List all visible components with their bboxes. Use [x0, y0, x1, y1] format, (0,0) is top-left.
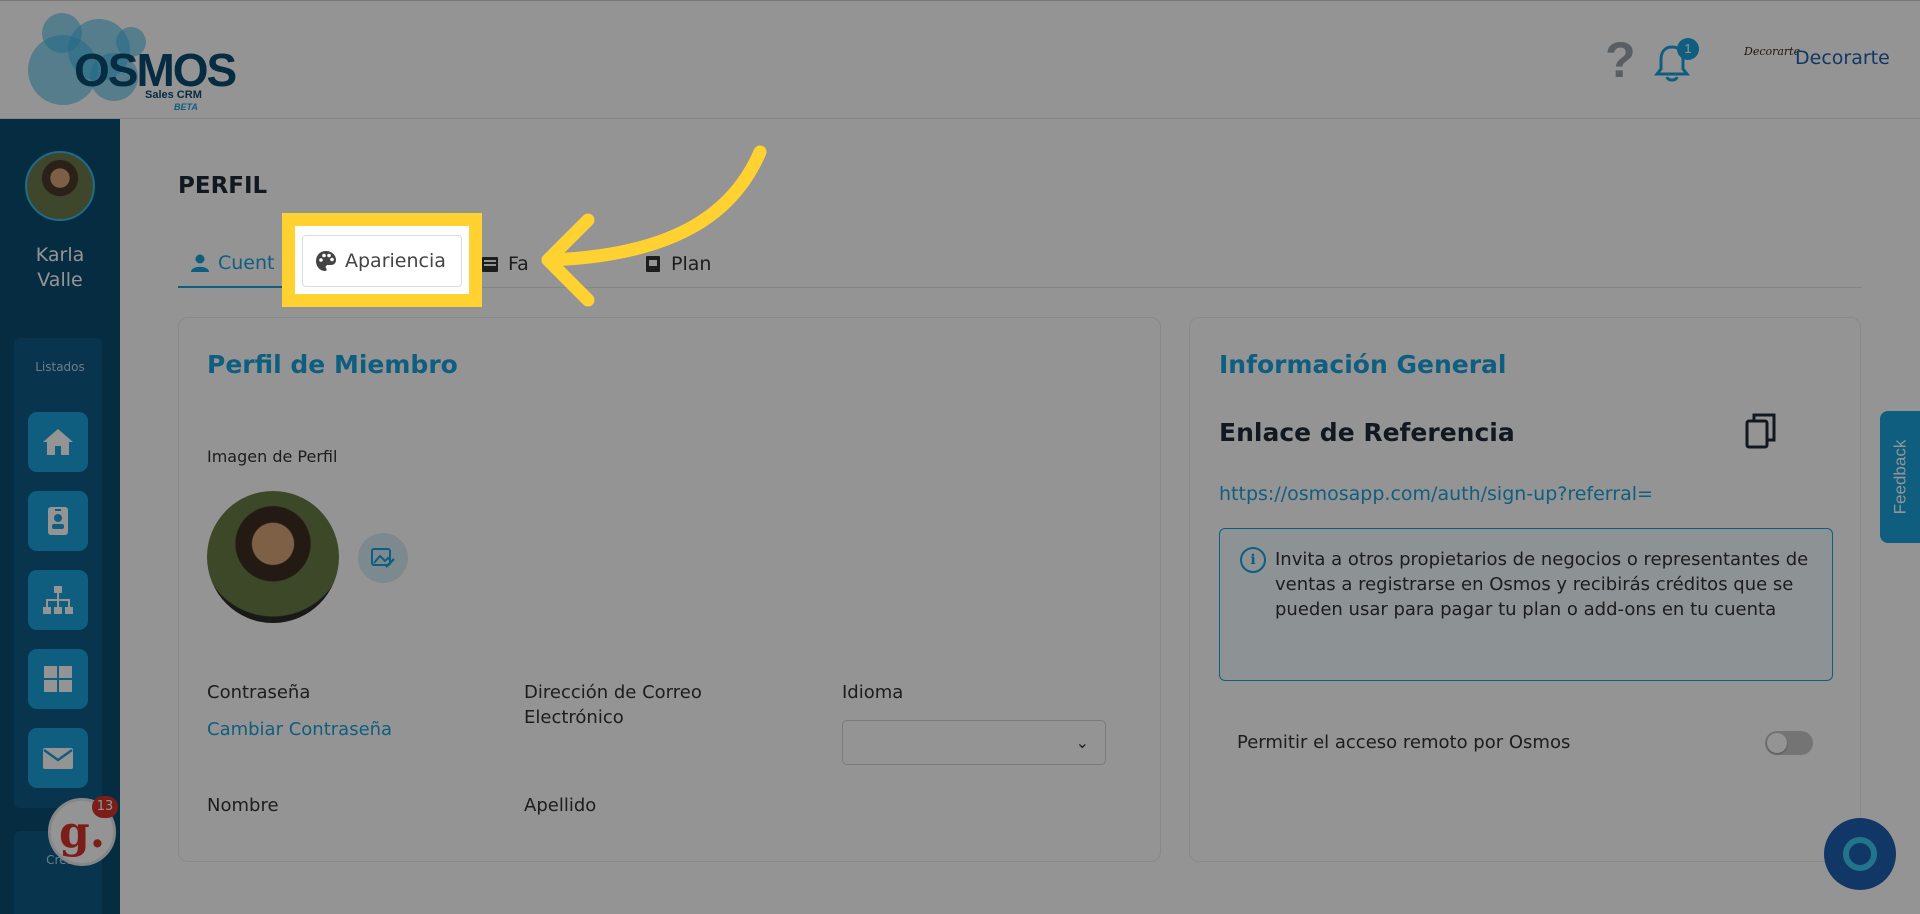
sidebar-item-mail[interactable]	[28, 728, 88, 788]
remote-access-label: Permitir el acceso remoto por Osmos	[1237, 732, 1571, 753]
contact-card-icon	[48, 507, 68, 535]
sidebar: Karla Valle Listados Crea	[0, 119, 120, 914]
account-name[interactable]: Decorarte	[1795, 47, 1890, 69]
chevron-down-icon: ⌄	[1075, 733, 1089, 752]
grid-icon	[44, 666, 72, 692]
sidebar-item-organization[interactable]	[28, 570, 88, 630]
info-icon: i	[1240, 547, 1266, 573]
first-name-label: Nombre	[207, 795, 279, 816]
tab-appearance[interactable]: Apariencia	[302, 235, 462, 287]
osmos-logo[interactable]: OSMOS Sales CRM BETA	[28, 13, 237, 112]
tab-account-label: Cuent	[218, 252, 275, 274]
page-title: PERFIL	[178, 173, 268, 199]
sidebar-item-dashboard[interactable]	[28, 649, 88, 709]
referral-title: Enlace de Referencia	[1219, 418, 1515, 447]
logo-subtitle: Sales CRM	[145, 89, 202, 101]
language-label: Idioma	[842, 682, 904, 703]
feedback-tab-label-wrap: Feedback	[1880, 411, 1920, 543]
tab-plan[interactable]: Plan	[643, 240, 711, 288]
home-icon	[43, 429, 73, 455]
mail-icon	[43, 748, 73, 769]
palette-icon	[316, 251, 336, 271]
tab-billing-label: Fa	[508, 253, 529, 275]
billing-icon	[482, 257, 498, 272]
chat-launcher-button[interactable]	[1824, 818, 1896, 890]
tab-billing[interactable]: Fa	[480, 240, 529, 288]
sidebar-user-name: Karla Valle	[0, 243, 120, 293]
org-chart-icon	[43, 586, 73, 614]
profile-photo	[207, 491, 339, 623]
logo-beta: BETA	[174, 102, 198, 112]
tab-appearance-label: Apariencia	[345, 250, 446, 272]
image-edit-icon	[371, 548, 395, 568]
remote-access-toggle[interactable]	[1765, 731, 1813, 755]
sidebar-item-home[interactable]	[28, 412, 88, 472]
email-label: Dirección de Correo Electrónico	[524, 682, 702, 728]
password-label: Contraseña	[207, 682, 311, 703]
top-header: OSMOS Sales CRM BETA ? 1 Decorarte Decor…	[0, 0, 1920, 119]
last-name-label: Apellido	[524, 795, 597, 816]
member-card-title: Perfil de Miembro	[207, 350, 458, 379]
question-icon[interactable]: ?	[1605, 35, 1636, 85]
nav-section-label: Listados	[35, 360, 85, 374]
grammarly-count: 13	[92, 796, 118, 818]
referral-info-box: i Invita a otros propietarios de negocio…	[1219, 528, 1833, 681]
copy-icon[interactable]	[1744, 412, 1778, 450]
sidebar-item-contacts[interactable]	[28, 491, 88, 551]
tab-account[interactable]: Cuent	[178, 240, 301, 288]
referral-info-text: Invita a otros propietarios de negocios …	[1275, 549, 1809, 620]
tutorial-arrow-icon	[541, 145, 767, 307]
chat-icon	[1843, 837, 1877, 871]
feedback-label: Feedback	[1890, 439, 1910, 515]
plan-icon	[646, 256, 660, 272]
change-photo-button[interactable]	[358, 533, 408, 583]
brand-logo: Decorarte	[1744, 45, 1801, 58]
general-card-title: Información General	[1219, 350, 1507, 379]
user-icon	[191, 254, 209, 272]
notification-count-badge: 1	[1677, 38, 1699, 60]
user-last-name: Valle	[37, 269, 83, 291]
referral-link[interactable]: https://osmosapp.com/auth/sign-up?referr…	[1219, 483, 1653, 505]
language-select[interactable]: ⌄	[842, 720, 1106, 765]
change-password-link[interactable]: Cambiar Contraseña	[207, 719, 392, 740]
toggle-knob	[1767, 733, 1787, 753]
profile-image-label: Imagen de Perfil	[207, 447, 338, 466]
user-first-name: Karla	[35, 244, 85, 266]
tab-plan-label: Plan	[671, 253, 712, 275]
sidebar-avatar[interactable]	[25, 151, 95, 221]
